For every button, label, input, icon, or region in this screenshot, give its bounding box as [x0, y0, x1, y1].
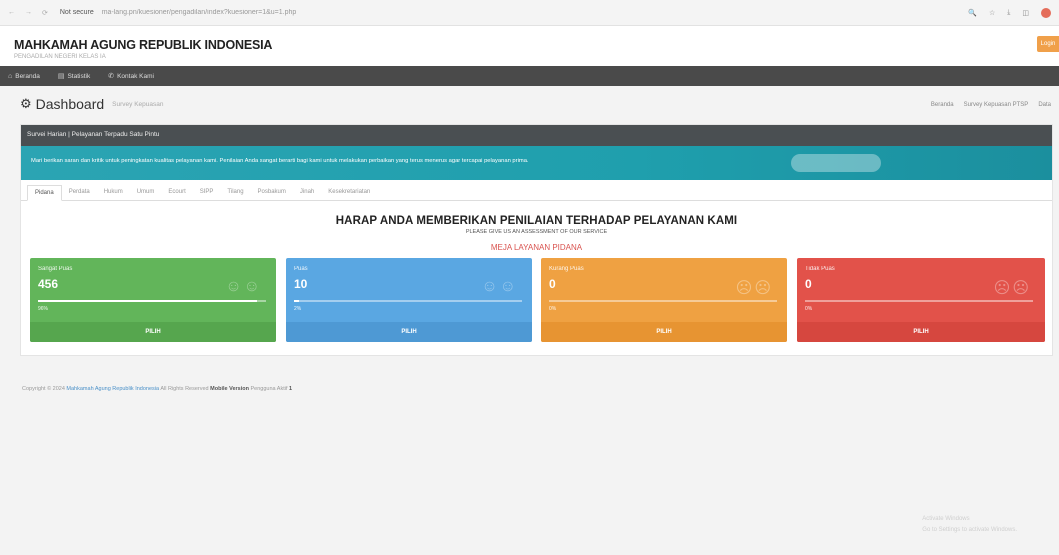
rating-progress-fill	[38, 300, 257, 302]
browser-nav: ← → ⟳	[8, 9, 48, 17]
rating-card-tidak-puas: Tidak Puas 0 ☹☹ 0% PILIH	[797, 258, 1045, 342]
rating-card-kurang-puas: Kurang Puas 0 ☹☹ 0% PILIH	[541, 258, 787, 342]
url-text: ma-lang.pn/kuesioner/pengadilan/index?ku…	[101, 9, 297, 16]
tab-umum[interactable]: Umum	[130, 185, 162, 200]
smile-icon: ☺☺	[225, 278, 262, 295]
breadcrumb-item: Data	[1038, 102, 1051, 108]
rating-label: Tidak Puas	[805, 266, 835, 272]
site-title: MAHKAMAH AGUNG REPUBLIK INDONESIA	[14, 38, 273, 52]
browser-toolbar: ← → ⟳ Not secure ma-lang.pn/kuesioner/pe…	[0, 0, 1059, 26]
choose-button[interactable]: PILIH	[30, 322, 276, 342]
page-title: Dashboard	[35, 96, 105, 112]
rating-progress-fill	[294, 300, 299, 302]
rating-count: 0	[549, 277, 556, 291]
rating-count: 10	[294, 277, 308, 291]
dashboard-heading: ⚙ Dashboard Survey Kepuasan	[20, 96, 163, 112]
back-icon[interactable]: ←	[8, 9, 15, 17]
breadcrumb-item[interactable]: Survey Kepuasan PTSP	[964, 102, 1029, 108]
tab-tilang[interactable]: Tilang	[220, 185, 250, 200]
tab-posbakum[interactable]: Posbakum	[251, 185, 293, 200]
rating-card-puas: Puas 10 ☺☺ 2% PILIH	[286, 258, 532, 342]
rating-count: 456	[38, 277, 59, 291]
info-banner: Mari berikan saran dan kritik untuk peni…	[21, 146, 1052, 180]
footer-copyright: Copyright © 2024	[22, 386, 65, 392]
chart-icon: ▤	[57, 73, 65, 80]
bookmark-star-icon[interactable]: ☆	[989, 9, 995, 17]
service-tabs: Pidana Perdata Hukum Umum Ecourt SIPP Ti…	[21, 185, 1052, 201]
survey-subline: PLEASE GIVE US AN ASSESSMENT OF OUR SERV…	[465, 229, 608, 235]
footer-link[interactable]: Mahkamah Agung Republik Indonesia	[66, 386, 159, 392]
site-header: MAHKAMAH AGUNG REPUBLIK INDONESIA PENGAD…	[0, 26, 1059, 66]
banner-decoration	[791, 154, 881, 172]
footer-rights: All Rights Reserved	[160, 386, 209, 392]
home-icon: ⌂	[8, 72, 13, 80]
rating-progress	[38, 300, 266, 302]
banner-text: Mari berikan saran dan kritik untuk peni…	[31, 158, 529, 164]
security-label: Not secure	[59, 9, 94, 16]
zoom-icon[interactable]: 🔍	[968, 9, 977, 17]
tab-jinah[interactable]: Jinah	[293, 185, 321, 200]
login-button[interactable]: Login	[1037, 36, 1059, 52]
tab-hukum[interactable]: Hukum	[97, 185, 130, 200]
gear-icon: ⚙	[20, 96, 32, 111]
watermark-line: Go to Settings to activate Windows.	[922, 527, 1017, 533]
service-desk-label: MEJA LAYANAN PIDANA	[490, 243, 583, 252]
neutral-face-icon: ☹☹	[735, 280, 773, 297]
rating-percent: 0%	[549, 306, 557, 312]
tab-kesekretariatan[interactable]: Kesekretariatan	[321, 185, 377, 200]
rating-label: Puas	[294, 266, 308, 272]
rating-label: Sangat Puas	[38, 266, 73, 272]
rating-percent: 2%	[294, 306, 302, 312]
browser-tools: 🔍 ☆ ⤓ ◫	[968, 7, 1051, 18]
tab-sipp[interactable]: SIPP	[193, 185, 221, 200]
rating-percent: 96%	[38, 306, 49, 312]
profile-avatar[interactable]	[1041, 7, 1051, 18]
reload-icon[interactable]: ⟳	[42, 9, 48, 17]
breadcrumb-item[interactable]: Beranda	[931, 102, 954, 108]
nav-item-kontak[interactable]: ✆ Kontak Kami	[108, 72, 154, 81]
choose-button[interactable]: PILIH	[286, 322, 532, 342]
rating-progress	[805, 300, 1033, 302]
rating-progress	[294, 300, 522, 302]
address-bar[interactable]: Not secure ma-lang.pn/kuesioner/pengadil…	[60, 9, 968, 16]
survey-headline: HARAP ANDA MEMBERIKAN PENILAIAN TERHADAP…	[335, 215, 738, 227]
nav-item-label: Kontak Kami	[117, 72, 154, 80]
nav-item-label: Statistik	[67, 72, 91, 80]
nav-item-label: Beranda	[15, 72, 40, 80]
forward-icon[interactable]: →	[25, 9, 32, 17]
rating-percent: 0%	[805, 306, 813, 312]
rating-count: 0	[805, 277, 812, 291]
nav-item-statistik[interactable]: ▤ Statistik	[57, 72, 91, 81]
sad-face-icon: ☹☹	[993, 280, 1031, 297]
smile-icon: ☺☺	[481, 278, 518, 295]
tab-perdata[interactable]: Perdata	[62, 185, 97, 200]
rating-progress	[549, 300, 777, 302]
watermark-line: Activate Windows	[922, 516, 970, 522]
footer-counter-label: Pengguna Aktif	[250, 386, 288, 392]
os-watermark: Activate Windows Go to Settings to activ…	[922, 514, 1017, 536]
choose-button[interactable]: PILIH	[797, 322, 1045, 342]
tab-ecourt[interactable]: Ecourt	[161, 185, 192, 200]
sidebar-icon[interactable]: ◫	[1022, 9, 1029, 17]
panel-header: Survei Harian | Pelayanan Terpadu Satu P…	[21, 125, 1052, 146]
nav-item-beranda[interactable]: ⌂ Beranda	[8, 73, 40, 80]
page-subtitle: Survey Kepuasan	[112, 100, 164, 108]
footer-brand: Mobile Version	[210, 386, 249, 392]
rating-card-sangat-puas: Sangat Puas 456 ☺☺ 96% PILIH	[30, 258, 276, 342]
main-navbar: ⌂ Beranda ▤ Statistik ✆ Kontak Kami	[0, 66, 1059, 86]
phone-icon: ✆	[108, 73, 115, 80]
tab-pidana[interactable]: Pidana	[27, 185, 62, 201]
site-subtitle: PENGADILAN NEGERI KELAS IA	[14, 54, 106, 60]
download-icon[interactable]: ⤓	[1007, 9, 1010, 17]
footer-counter-value: 1	[289, 386, 293, 392]
page-footer: Copyright © 2024 Mahkamah Agung Republik…	[22, 386, 292, 392]
choose-button[interactable]: PILIH	[541, 322, 787, 342]
rating-label: Kurang Puas	[549, 266, 584, 272]
breadcrumb: Beranda Survey Kepuasan PTSP Data	[931, 102, 1051, 108]
